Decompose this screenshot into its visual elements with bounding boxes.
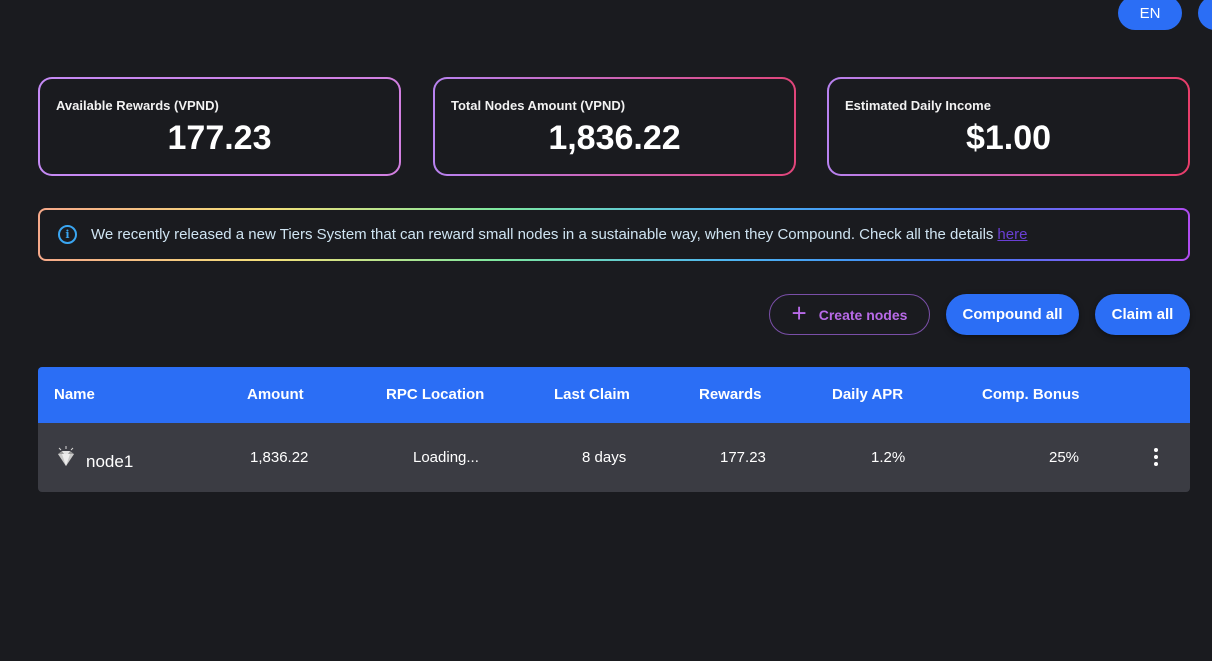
node-last-claim: 8 days <box>582 449 627 466</box>
node-daily-apr: 1.2% <box>871 449 906 466</box>
more-options-icon[interactable] <box>1146 446 1166 468</box>
compound-all-button[interactable]: Compound all <box>946 294 1079 335</box>
column-header-rpc-location[interactable]: RPC Location <box>386 386 484 403</box>
card-value: 1,836.22 <box>548 119 681 157</box>
diamond-icon <box>58 446 74 466</box>
column-header-daily-apr[interactable]: Daily APR <box>832 386 903 403</box>
table-row[interactable]: node1 1,836.22 Loading... 8 days 177.23 … <box>38 423 1190 492</box>
banner-text: We recently released a new Tiers System … <box>91 226 994 243</box>
available-rewards-card: Available Rewards (VPND) 177.23 <box>38 77 401 176</box>
create-nodes-label: Create nodes <box>818 306 908 323</box>
create-nodes-button[interactable]: + Create nodes <box>769 294 930 335</box>
language-button[interactable]: EN <box>1118 0 1182 30</box>
wallet-button[interactable] <box>1198 0 1212 30</box>
node-rewards: 177.23 <box>720 449 766 466</box>
estimated-daily-income-card: Estimated Daily Income $1.00 <box>827 77 1190 176</box>
card-value: 177.23 <box>167 119 272 157</box>
nodes-table: Name Amount RPC Location Last Claim Rewa… <box>38 367 1190 492</box>
column-header-comp-bonus[interactable]: Comp. Bonus <box>982 386 1080 403</box>
claim-all-button[interactable]: Claim all <box>1095 294 1190 335</box>
total-nodes-amount-card: Total Nodes Amount (VPND) 1,836.22 <box>433 77 796 176</box>
plus-icon: + <box>791 298 807 328</box>
card-value: $1.00 <box>965 119 1052 157</box>
dashboard-page: EN Available Rewards (VPND) 177.23 Total… <box>0 0 1212 661</box>
column-header-rewards[interactable]: Rewards <box>699 386 762 403</box>
info-icon: i <box>58 225 77 244</box>
node-comp-bonus: 25% <box>1049 449 1080 466</box>
card-label: Total Nodes Amount (VPND) <box>451 98 626 113</box>
node-rpc-location: Loading... <box>413 449 479 466</box>
table-header: Name Amount RPC Location Last Claim Rewa… <box>38 367 1190 423</box>
card-label: Available Rewards (VPND) <box>56 98 219 113</box>
column-header-name[interactable]: Name <box>54 386 95 403</box>
column-header-last-claim[interactable]: Last Claim <box>554 386 630 403</box>
banner-details-link[interactable]: here <box>997 226 1027 243</box>
node-amount: 1,836.22 <box>250 449 309 466</box>
column-header-amount[interactable]: Amount <box>247 386 304 403</box>
card-label: Estimated Daily Income <box>845 98 991 113</box>
info-banner: i We recently released a new Tiers Syste… <box>38 208 1190 261</box>
node-name: node1 <box>86 452 134 471</box>
